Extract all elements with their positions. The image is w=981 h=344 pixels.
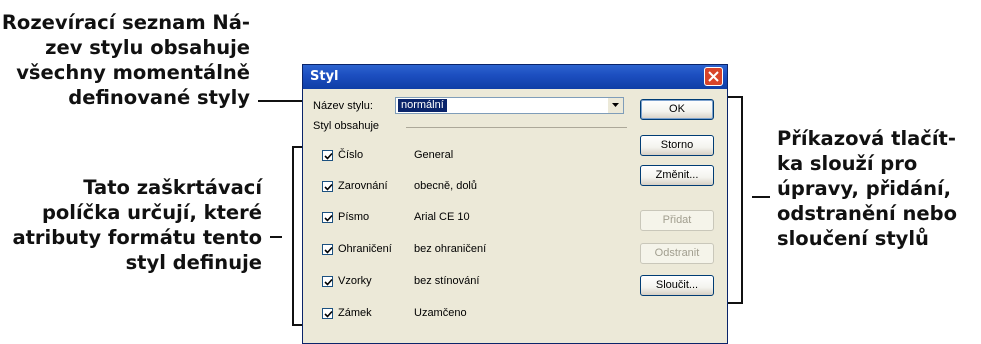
- callout-line: všechny momentálně: [16, 61, 250, 84]
- attribute-value: obecně, dolů: [414, 180, 477, 192]
- callout-style-name-dropdown: Rozevírací seznam Ná- zev stylu obsahuje…: [0, 10, 250, 110]
- attribute-label: Vzorky: [338, 275, 372, 287]
- title-bar[interactable]: Styl: [303, 65, 727, 89]
- attribute-value: Uzamčeno: [414, 307, 467, 319]
- style-name-label: Název stylu:: [313, 100, 373, 112]
- attribute-label: Zarovnání: [338, 180, 388, 192]
- modify-button[interactable]: Změnit...: [640, 165, 714, 186]
- check-icon: [324, 152, 333, 160]
- group-divider: [406, 127, 627, 128]
- attribute-value: General: [414, 149, 454, 161]
- chevron-down-icon: [612, 103, 619, 107]
- merge-button[interactable]: Sloučit...: [640, 275, 714, 296]
- callout-line: úpravy, přidání,: [777, 177, 952, 200]
- callout-line: styl definuje: [125, 251, 262, 274]
- callout-checkboxes: Tato zaškrtávací políčka určují, které a…: [0, 175, 262, 275]
- leader-line-dropdown: [258, 100, 306, 102]
- dropdown-arrow[interactable]: [607, 98, 623, 113]
- attribute-value: bez ohraničení: [414, 243, 487, 255]
- attribute-value: bez stínování: [414, 275, 480, 287]
- check-icon: [324, 183, 333, 191]
- check-icon: [324, 310, 333, 318]
- check-icon: [324, 214, 333, 222]
- callout-line: atributy formátu tento: [12, 226, 262, 249]
- style-dialog: Styl Název stylu: normální Styl obsahuje…: [302, 64, 728, 344]
- delete-button[interactable]: Odstranit: [640, 243, 714, 264]
- checkbox-alignment[interactable]: [322, 181, 333, 192]
- callout-line: definované styly: [68, 86, 250, 109]
- callout-line: políčka určují, které: [41, 201, 262, 224]
- leader-line-checkboxes-h: [270, 236, 282, 238]
- cancel-button[interactable]: Storno: [640, 135, 714, 156]
- style-name-dropdown[interactable]: normální: [395, 97, 624, 114]
- callout-command-buttons: Příkazová tlačít- ka slouží pro úpravy, …: [777, 126, 981, 251]
- checkbox-patterns[interactable]: [322, 276, 333, 287]
- attribute-label: Číslo: [338, 149, 364, 161]
- checkbox-font[interactable]: [322, 212, 333, 223]
- callout-line: Tato zaškrtávací: [83, 176, 262, 199]
- checkbox-border[interactable]: [322, 244, 333, 255]
- attribute-label: Zámek: [338, 307, 372, 319]
- attribute-value: Arial CE 10: [414, 211, 470, 223]
- checkbox-lock[interactable]: [322, 308, 333, 319]
- dialog-title: Styl: [310, 69, 339, 84]
- callout-line: ka slouží pro: [777, 152, 918, 175]
- checkbox-number[interactable]: [322, 150, 333, 161]
- callout-line: odstranění nebo: [777, 202, 957, 225]
- attribute-label: Písmo: [338, 211, 370, 223]
- attribute-label: Ohraničení: [338, 243, 392, 255]
- style-name-selected: normální: [398, 99, 447, 112]
- callout-line: Rozevírací seznam Ná-: [1, 11, 250, 34]
- leader-line-buttons-h: [752, 196, 770, 198]
- close-button[interactable]: [704, 67, 723, 86]
- check-icon: [324, 278, 333, 286]
- callout-line: Příkazová tlačít-: [777, 127, 956, 150]
- ok-button[interactable]: OK: [640, 99, 714, 120]
- check-icon: [324, 246, 333, 254]
- group-label: Styl obsahuje: [313, 120, 380, 132]
- callout-line: zev stylu obsahuje: [45, 36, 250, 59]
- leader-bracket-checkboxes-v: [292, 146, 294, 326]
- leader-bracket-buttons-v: [741, 96, 743, 304]
- add-button[interactable]: Přidat: [640, 210, 714, 231]
- callout-line: sloučení stylů: [777, 227, 929, 250]
- close-icon: [708, 71, 719, 82]
